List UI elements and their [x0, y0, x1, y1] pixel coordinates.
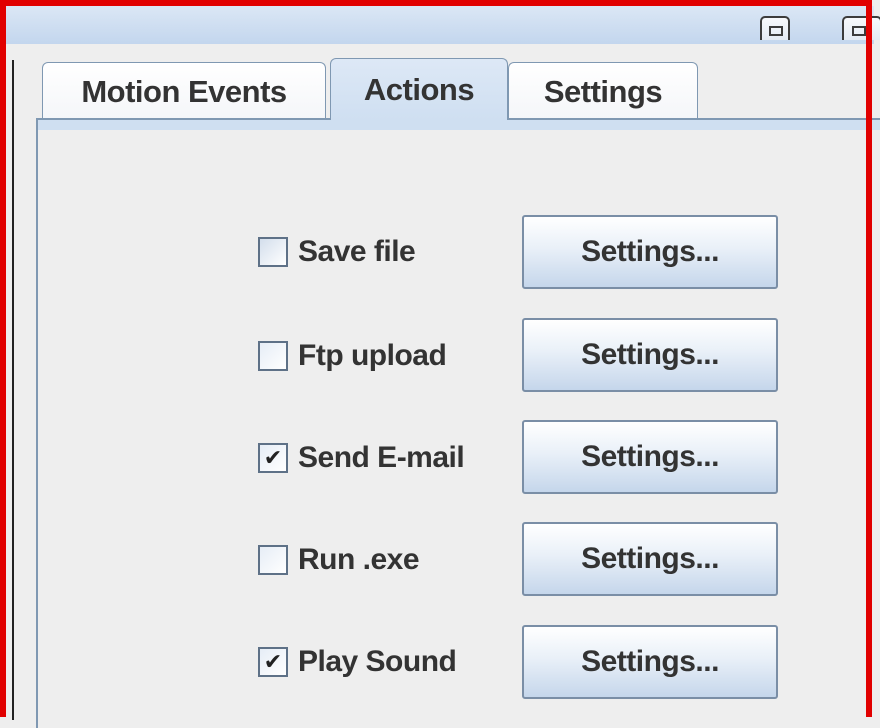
play-sound-settings-button[interactable]: Settings... — [522, 625, 778, 699]
run-exe-checkbox[interactable] — [258, 545, 288, 575]
action-row-run-exe: Run .exe — [258, 530, 508, 590]
play-sound-checkbox[interactable]: ✔ — [258, 647, 288, 677]
tab-panel-header-band — [38, 120, 880, 130]
tab-motion-events[interactable]: Motion Events — [42, 62, 326, 120]
action-row-play-sound: ✔ Play Sound — [258, 632, 508, 692]
window-frame-edge — [12, 60, 14, 720]
tab-label: Actions — [363, 71, 475, 107]
send-email-checkbox[interactable]: ✔ — [258, 443, 288, 473]
maximize-icon — [852, 26, 866, 36]
action-row-ftp-upload: Ftp upload — [258, 326, 508, 386]
checkmark-icon: ✔ — [263, 649, 283, 674]
run-exe-label: Run .exe — [298, 543, 420, 576]
send-email-settings-button[interactable]: Settings... — [522, 420, 778, 494]
checkmark-icon: ✔ — [263, 445, 283, 470]
tab-label: Settings — [543, 73, 663, 109]
save-file-checkbox[interactable] — [258, 237, 288, 267]
save-file-label: Save file — [298, 235, 416, 268]
minimize-button[interactable] — [760, 16, 790, 40]
maximize-button[interactable] — [842, 16, 880, 40]
action-row-save-file: Save file — [258, 222, 508, 282]
send-email-label: Send E-mail — [298, 441, 465, 474]
action-row-send-email: ✔ Send E-mail — [258, 428, 508, 488]
ftp-upload-label: Ftp upload — [298, 339, 447, 372]
save-file-settings-button[interactable]: Settings... — [522, 215, 778, 289]
tab-label: Motion Events — [81, 73, 287, 109]
play-sound-label: Play Sound — [298, 645, 457, 678]
window-title-bar — [6, 6, 880, 44]
ftp-upload-settings-button[interactable]: Settings... — [522, 318, 778, 392]
tab-settings[interactable]: Settings — [508, 62, 698, 120]
tab-actions[interactable]: Actions — [330, 58, 508, 120]
minimize-icon — [769, 26, 783, 36]
ftp-upload-checkbox[interactable] — [258, 341, 288, 371]
run-exe-settings-button[interactable]: Settings... — [522, 522, 778, 596]
